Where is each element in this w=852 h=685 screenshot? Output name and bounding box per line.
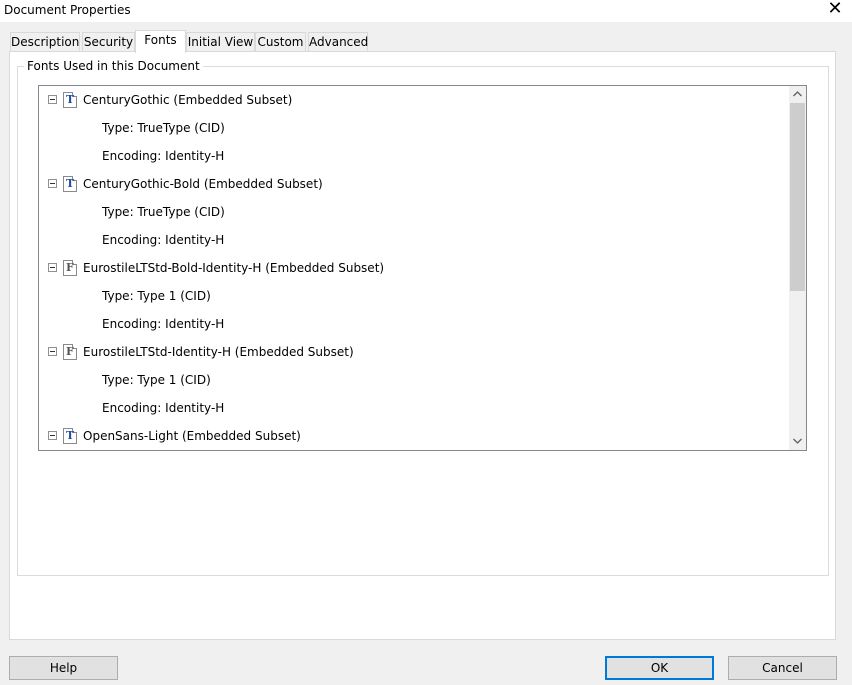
font-encoding: Encoding: Identity-H — [102, 149, 225, 163]
window-title: Document Properties — [4, 3, 131, 17]
collapse-icon[interactable] — [48, 179, 57, 188]
title-bar: Document Properties ✕ — [0, 0, 852, 22]
tab-security[interactable]: Security — [82, 32, 135, 51]
font-type: Type: Type 1 (CID) — [102, 373, 211, 387]
truetype-font-icon: T — [63, 176, 77, 192]
font-encoding: Encoding: Identity-H — [102, 233, 225, 247]
font-type: Type: TrueType (CID) — [102, 205, 225, 219]
scrollbar-thumb[interactable] — [790, 103, 805, 291]
truetype-font-icon: T — [63, 428, 77, 444]
tab-advanced[interactable]: Advanced — [308, 32, 368, 51]
font-name: EurostileLTStd-Identity-H (Embedded Subs… — [83, 345, 354, 359]
close-button[interactable]: ✕ — [822, 0, 848, 20]
tab-initial-view[interactable]: Initial View — [186, 32, 255, 51]
font-encoding: Encoding: Identity-H — [102, 317, 225, 331]
close-icon: ✕ — [827, 0, 843, 19]
tab-description[interactable]: Description — [10, 32, 80, 51]
collapse-icon[interactable] — [48, 263, 57, 272]
collapse-icon[interactable] — [48, 431, 57, 440]
truetype-font-icon: T — [63, 92, 77, 108]
ok-button[interactable]: OK — [605, 656, 714, 680]
collapse-icon[interactable] — [48, 347, 57, 356]
tab-custom[interactable]: Custom — [255, 32, 306, 51]
font-tree[interactable]: T CenturyGothic (Embedded Subset) Type: … — [38, 85, 807, 451]
collapse-icon[interactable] — [48, 95, 57, 104]
vertical-scrollbar[interactable] — [789, 86, 806, 450]
help-button[interactable]: Help — [9, 656, 118, 680]
scroll-up-icon[interactable] — [789, 86, 806, 103]
font-type: Type: Type 1 (CID) — [102, 289, 211, 303]
type1-font-icon: F — [63, 344, 77, 360]
tab-fonts[interactable]: Fonts — [135, 30, 186, 53]
font-encoding: Encoding: Identity-H — [102, 401, 225, 415]
scroll-down-icon[interactable] — [789, 433, 806, 450]
fonts-group-legend: Fonts Used in this Document — [24, 59, 203, 73]
cancel-button[interactable]: Cancel — [728, 656, 837, 680]
font-name: CenturyGothic-Bold (Embedded Subset) — [83, 177, 323, 191]
font-name: OpenSans-Light (Embedded Subset) — [83, 429, 301, 443]
font-type: Type: TrueType (CID) — [102, 121, 225, 135]
type1-font-icon: F — [63, 260, 77, 276]
font-name: CenturyGothic (Embedded Subset) — [83, 93, 293, 107]
font-name: EurostileLTStd-Bold-Identity-H (Embedded… — [83, 261, 385, 275]
